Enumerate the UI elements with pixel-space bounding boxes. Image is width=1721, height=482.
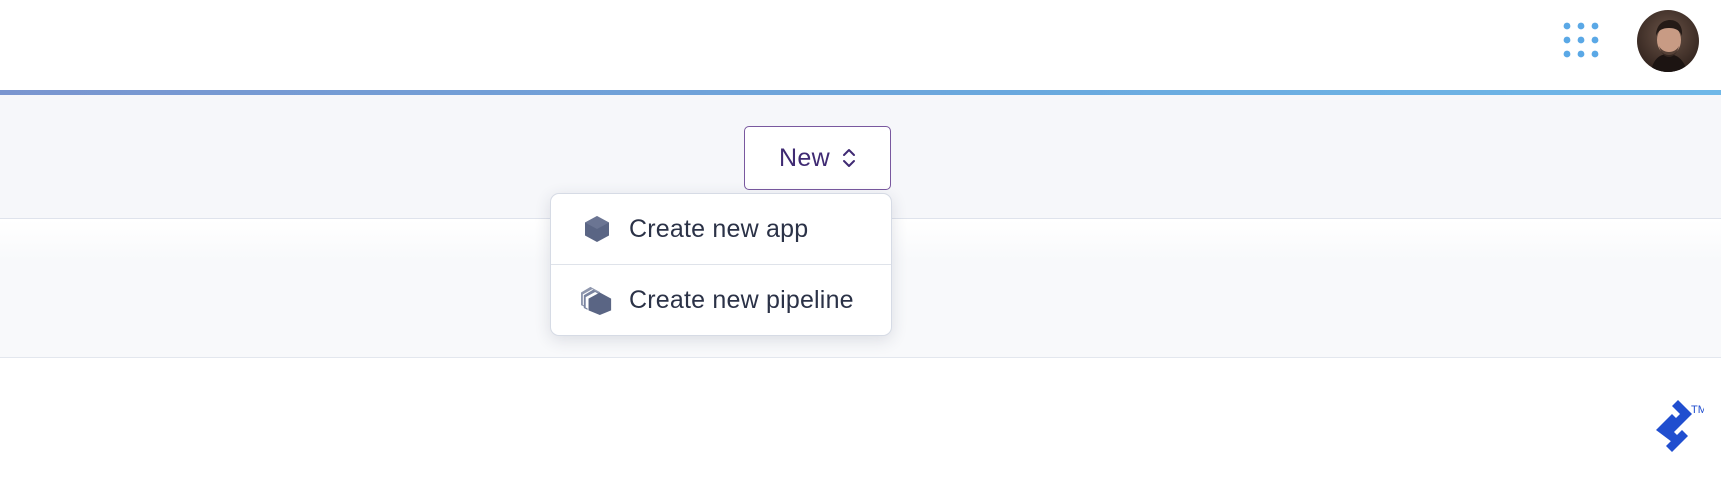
new-button[interactable]: New (744, 126, 891, 190)
top-navigation-bar (0, 0, 1721, 90)
menu-item-create-pipeline[interactable]: Create new pipeline (551, 265, 891, 335)
trademark-text: TM (1691, 404, 1704, 416)
user-avatar[interactable] (1637, 10, 1699, 72)
menu-item-create-app[interactable]: Create new app (551, 194, 891, 264)
app-hexagon-icon (581, 214, 613, 244)
new-dropdown-menu: Create new app Create new pipeline (550, 193, 892, 336)
pipeline-stack-icon (581, 284, 613, 316)
brand-logo-icon: TM (1652, 400, 1704, 452)
apps-grid-icon[interactable] (1563, 22, 1599, 58)
menu-item-label: Create new pipeline (629, 285, 854, 314)
new-button-label: New (779, 143, 830, 172)
menu-item-label: Create new app (629, 214, 809, 243)
chevron-up-down-icon (842, 147, 856, 169)
